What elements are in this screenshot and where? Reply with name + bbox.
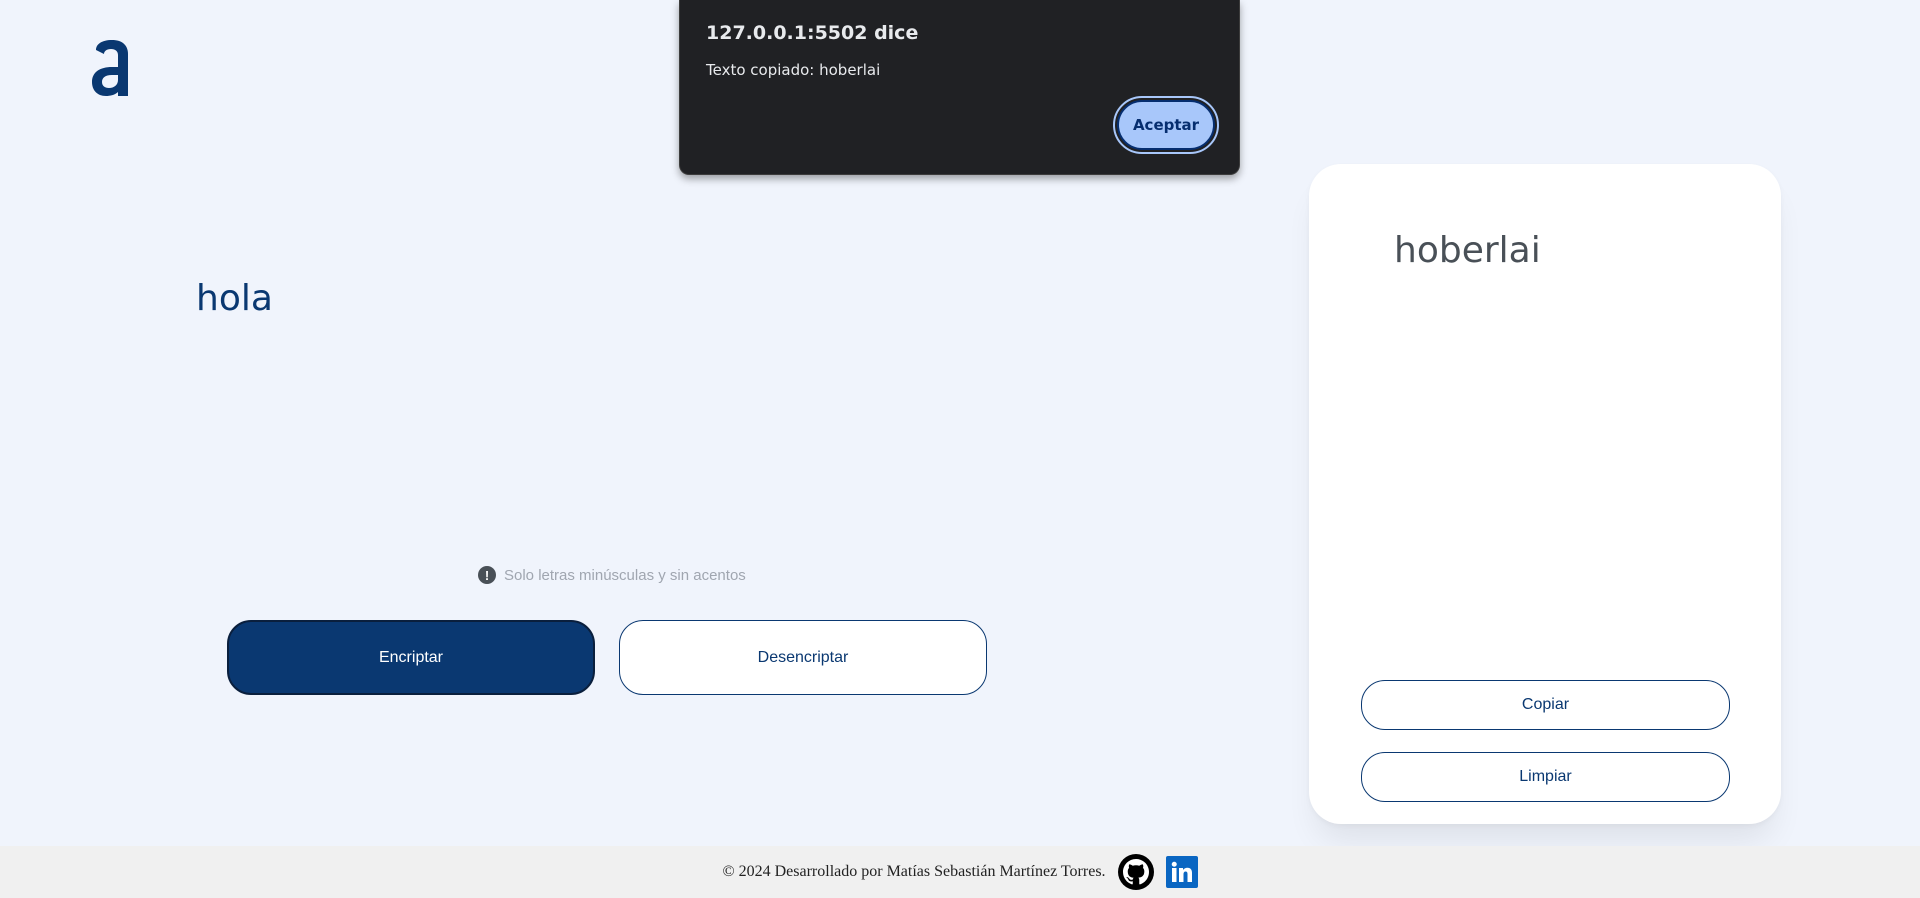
output-card: hoberlai Copiar Limpiar bbox=[1309, 164, 1781, 824]
clear-button-label: Limpiar bbox=[1519, 768, 1572, 785]
footer: © 2024 Desarrollado por Matías Sebastián… bbox=[0, 846, 1920, 898]
exclamation-circle-icon: ! bbox=[478, 566, 496, 584]
linkedin-icon[interactable] bbox=[1165, 856, 1198, 888]
clear-button[interactable]: Limpiar bbox=[1361, 752, 1730, 802]
copy-button[interactable]: Copiar bbox=[1361, 680, 1730, 730]
output-text: hoberlai bbox=[1394, 230, 1541, 271]
alert-dialog: 127.0.0.1:5502 dice Texto copiado: hober… bbox=[679, 0, 1240, 175]
message-input[interactable]: hola bbox=[196, 278, 1096, 538]
github-icon[interactable] bbox=[1117, 854, 1154, 890]
footer-credits: © 2024 Desarrollado por Matías Sebastián… bbox=[722, 863, 1106, 880]
encrypt-button[interactable]: Encriptar bbox=[227, 620, 595, 695]
accept-button-label: Aceptar bbox=[1132, 116, 1200, 134]
decrypt-button-label: Desencriptar bbox=[757, 648, 849, 666]
dialog-message: Texto copiado: hoberlai bbox=[706, 61, 881, 79]
dialog-title: 127.0.0.1:5502 dice bbox=[706, 22, 919, 44]
linkedin-logo-svg bbox=[1171, 861, 1192, 882]
logo bbox=[90, 40, 132, 96]
accept-button[interactable]: Aceptar bbox=[1113, 96, 1219, 154]
hint-text: Solo letras minúsculas y sin acentos bbox=[504, 566, 746, 584]
message-input-value: hola bbox=[196, 278, 273, 319]
encrypt-button-label: Encriptar bbox=[378, 648, 444, 666]
github-logo-svg bbox=[1122, 859, 1149, 885]
copy-button-label: Copiar bbox=[1521, 696, 1570, 713]
decrypt-button[interactable]: Desencriptar bbox=[619, 620, 987, 695]
alura-a-logo-icon bbox=[92, 40, 128, 96]
input-hint: ! Solo letras minúsculas y sin acentos bbox=[478, 566, 746, 584]
